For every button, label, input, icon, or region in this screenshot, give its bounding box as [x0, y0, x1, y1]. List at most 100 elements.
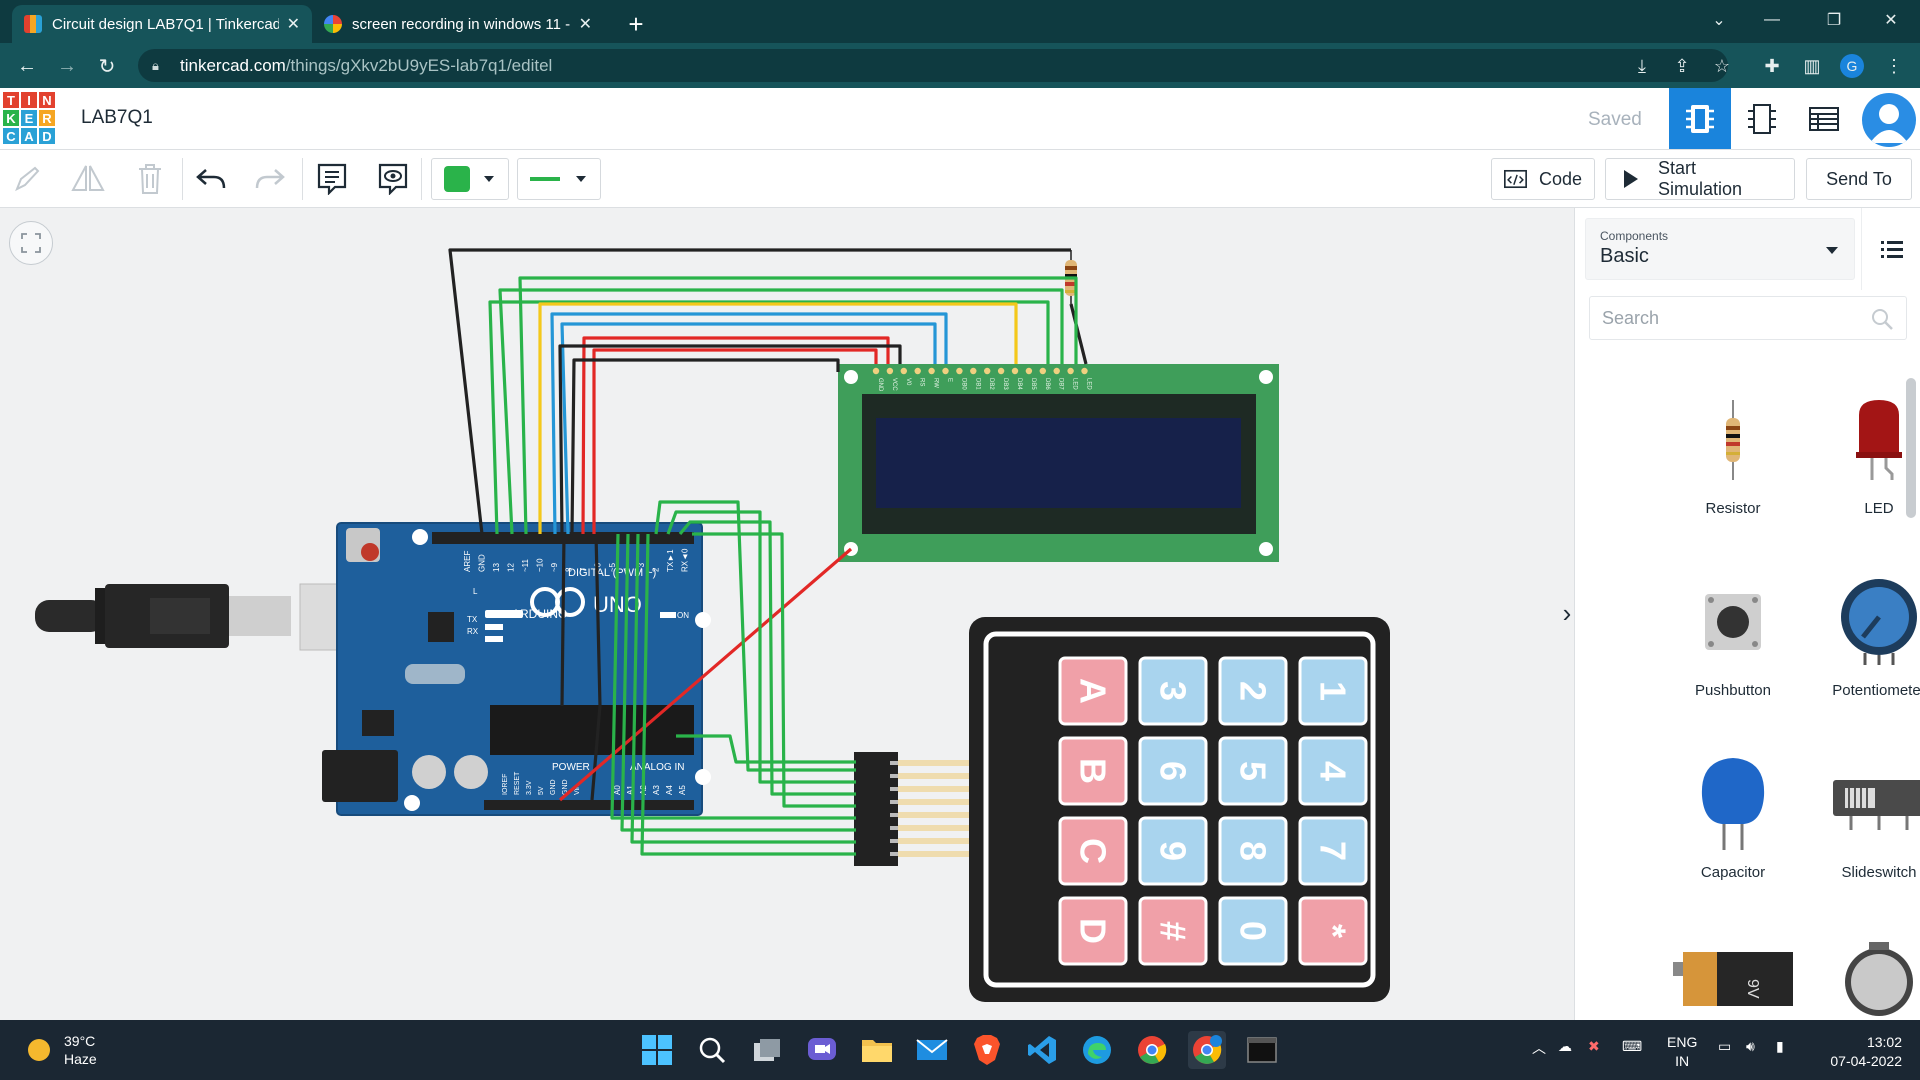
- user-avatar[interactable]: [1862, 93, 1916, 147]
- keypad-key[interactable]: 1: [1298, 656, 1368, 726]
- keypad-connector[interactable]: [854, 752, 970, 866]
- onedrive-icon[interactable]: ☁: [1558, 1038, 1572, 1055]
- wire[interactable]: [560, 533, 566, 707]
- redo-button[interactable]: [250, 159, 290, 199]
- lcd-pin[interactable]: [1039, 367, 1047, 375]
- extensions-icon[interactable]: ✚: [1760, 54, 1784, 78]
- keypad-key[interactable]: C: [1058, 816, 1128, 886]
- component-pushbutton[interactable]: Pushbutton: [1663, 562, 1803, 699]
- panel-scrollbar[interactable]: [1903, 358, 1917, 1018]
- keypad-key[interactable]: 9: [1138, 816, 1208, 886]
- keyboard-icon[interactable]: ⌨: [1622, 1038, 1642, 1055]
- start-button[interactable]: [638, 1031, 676, 1069]
- chrome-menu-icon[interactable]: ⋮: [1882, 54, 1906, 78]
- keypad-key[interactable]: 4: [1298, 736, 1368, 806]
- edge-button[interactable]: [1078, 1031, 1116, 1069]
- wire[interactable]: [692, 532, 856, 808]
- side-panel-icon[interactable]: ▥: [1800, 54, 1824, 78]
- component-capacitor[interactable]: Capacitor: [1663, 744, 1803, 881]
- terminal-button[interactable]: [1243, 1031, 1281, 1069]
- keypad-key[interactable]: #: [1138, 896, 1208, 966]
- browser-tab-google[interactable]: screen recording in windows 11 - ✕: [312, 5, 604, 43]
- scrollbar-thumb[interactable]: [1906, 378, 1916, 518]
- circuit-view-button[interactable]: [1669, 88, 1731, 149]
- new-tab-button[interactable]: +: [616, 5, 656, 43]
- share-icon[interactable]: ⇪: [1670, 54, 1694, 78]
- minimize-icon[interactable]: —: [1747, 0, 1797, 40]
- keypad-key[interactable]: 5: [1218, 736, 1288, 806]
- language-indicator[interactable]: ENG IN: [1667, 1033, 1697, 1071]
- circuit-canvas[interactable]: ARDUINO UNO DIGITAL (PWM ~) ANALOG IN PO…: [0, 208, 1573, 1020]
- forward-icon[interactable]: →: [53, 52, 81, 80]
- keypad-key[interactable]: B: [1058, 736, 1128, 806]
- lcd-pin[interactable]: [942, 367, 949, 375]
- design-title[interactable]: LAB7Q1: [81, 107, 153, 129]
- security-icon[interactable]: ✖: [1588, 1038, 1600, 1055]
- chrome-button[interactable]: [1133, 1031, 1171, 1069]
- lcd-pin[interactable]: [1053, 367, 1060, 375]
- lcd-pin[interactable]: [1025, 367, 1033, 375]
- lcd-pin[interactable]: [914, 367, 921, 375]
- keypad-key[interactable]: A: [1058, 656, 1128, 726]
- lcd-pin[interactable]: [900, 367, 907, 375]
- wire[interactable]: [678, 520, 856, 796]
- vscode-button[interactable]: [1023, 1031, 1061, 1069]
- delete-button[interactable]: [130, 159, 170, 199]
- browser-tab-tinkercad[interactable]: Circuit design LAB7Q1 | Tinkercad ✕: [12, 5, 312, 43]
- mail-button[interactable]: [913, 1031, 951, 1069]
- list-view-button[interactable]: [1861, 208, 1920, 290]
- lcd-pin[interactable]: [984, 367, 991, 375]
- keypad-key[interactable]: 0: [1218, 896, 1288, 966]
- wire[interactable]: [592, 348, 878, 534]
- keypad-4x4[interactable]: 1 4 7 * 2 5 8 0 3 6 9 # A B C D: [969, 617, 1390, 1002]
- lcd-pin[interactable]: [928, 367, 935, 375]
- wire-color-dropdown[interactable]: [517, 158, 601, 200]
- arduino-uno-board[interactable]: ARDUINO UNO DIGITAL (PWM ~) ANALOG IN PO…: [322, 522, 711, 816]
- undo-button[interactable]: [191, 159, 231, 199]
- clock[interactable]: 13:02 07-04-2022: [1812, 1033, 1902, 1071]
- fill-color-dropdown[interactable]: [431, 158, 509, 200]
- keypad-key[interactable]: 3: [1138, 656, 1208, 726]
- components-dropdown[interactable]: Components Basic: [1585, 218, 1855, 280]
- lcd-pin[interactable]: [1067, 367, 1074, 375]
- weather-widget[interactable]: 39°C Haze: [28, 1032, 97, 1068]
- volume-icon[interactable]: 🔊︎: [1746, 1038, 1755, 1055]
- file-explorer-button[interactable]: [858, 1031, 896, 1069]
- lcd-pin[interactable]: [970, 367, 977, 375]
- bookmark-star-icon[interactable]: ☆: [1710, 54, 1734, 78]
- profile-icon[interactable]: G: [1840, 54, 1864, 78]
- chrome-profile-button[interactable]: [1188, 1031, 1226, 1069]
- component-battery-9v[interactable]: 9V: [1663, 938, 1803, 1018]
- schematic-view-button[interactable]: [1731, 88, 1793, 149]
- install-icon[interactable]: ⤓: [1630, 54, 1654, 78]
- keypad-key[interactable]: 8: [1218, 816, 1288, 886]
- flip-button[interactable]: [68, 159, 108, 199]
- lcd-pin[interactable]: [872, 367, 880, 375]
- keypad-key[interactable]: 2: [1218, 656, 1288, 726]
- close-tab-icon[interactable]: ✕: [287, 14, 300, 34]
- component-list-button[interactable]: [1793, 88, 1855, 149]
- wire[interactable]: [1069, 303, 1088, 365]
- taskbar-search-button[interactable]: [693, 1031, 731, 1069]
- close-window-icon[interactable]: ✕: [1866, 0, 1916, 40]
- restore-icon[interactable]: ❐: [1809, 0, 1859, 40]
- network-icon[interactable]: ▭: [1718, 1038, 1731, 1055]
- component-search-input[interactable]: Search: [1589, 296, 1907, 340]
- brave-button[interactable]: [968, 1031, 1006, 1069]
- keypad-key[interactable]: D: [1058, 896, 1128, 966]
- toggle-notes-visibility-button[interactable]: [373, 159, 413, 199]
- battery-icon[interactable]: ▮: [1776, 1038, 1784, 1055]
- wire[interactable]: [570, 358, 840, 535]
- close-tab-icon[interactable]: ✕: [579, 14, 592, 34]
- collapse-panel-icon[interactable]: ›: [1558, 588, 1573, 638]
- tinkercad-logo[interactable]: T I N K E R C A D: [2, 91, 56, 145]
- address-bar[interactable]: 🔒︎ tinkercad.com/things/gXkv2bU9yES-lab7…: [138, 49, 1728, 82]
- lcd-pin[interactable]: [956, 367, 963, 375]
- code-button[interactable]: Code: [1491, 158, 1595, 200]
- lcd-pin[interactable]: [1011, 367, 1019, 375]
- keypad-key[interactable]: *: [1298, 896, 1368, 966]
- send-to-button[interactable]: Send To: [1806, 158, 1912, 200]
- start-simulation-button[interactable]: Start Simulation: [1605, 158, 1795, 200]
- tab-search-icon[interactable]: ⌄: [1694, 0, 1744, 40]
- back-icon[interactable]: ←: [13, 52, 41, 80]
